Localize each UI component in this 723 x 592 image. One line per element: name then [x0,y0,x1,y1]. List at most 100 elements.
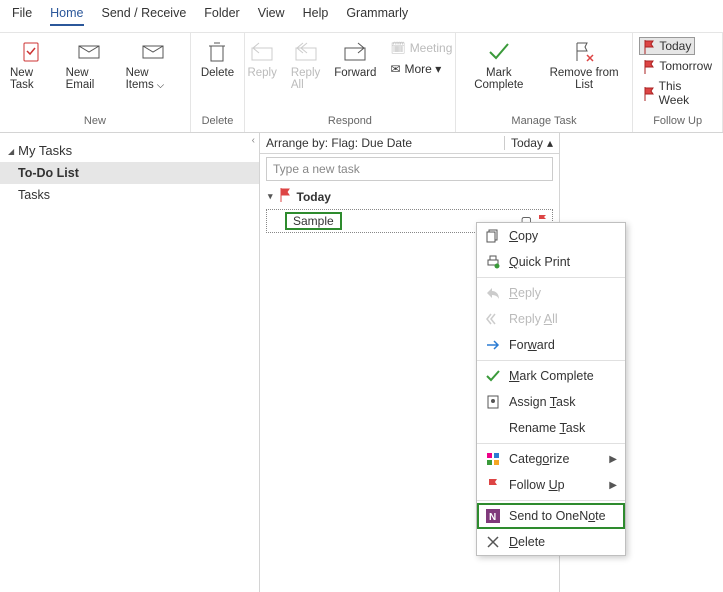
new-task-button[interactable]: New Task [6,37,56,93]
more-button[interactable]: ✉More ▾ [386,60,456,78]
group-label: Today [297,190,331,204]
ribbon-btn-label: Reply [247,67,276,79]
ribbon-group-respond: Reply Reply All Forward 🗓Meeting ✉More ▾… [245,33,456,132]
ctx-send-to-onenote[interactable]: N Send to OneNote [477,503,625,529]
more-icon: ✉ [390,62,400,76]
sidebar-title[interactable]: My Tasks [0,139,259,162]
ctx-label: Quick Print [509,255,570,269]
ctx-label: Reply [509,286,541,300]
ribbon-group-delete: Delete Delete [191,33,245,132]
menu-bar: File Home Send / Receive Folder View Help Gram… [0,0,723,33]
reply-all-icon [293,39,319,65]
flag-red-icon [279,188,291,205]
ribbon-btn-label: New Items ⌵ [126,67,180,91]
ribbon-group-manage: Mark Complete Remove from List Manage Ta… [456,33,634,132]
categorize-icon [485,451,501,467]
ctx-rename-task[interactable]: Rename Task [477,415,625,441]
chevron-right-icon: ▶ [609,480,617,491]
followup-today[interactable]: Today [639,37,695,55]
menu-help[interactable]: Help [303,6,329,26]
context-menu: Copy Quick Print Reply Reply All Forward Mark… [476,222,626,556]
ctx-follow-up[interactable]: Follow Up ▶ [477,472,625,498]
mark-complete-button[interactable]: Mark Complete [462,37,536,93]
reply-all-button[interactable]: Reply All [287,37,324,93]
menu-home[interactable]: Home [50,6,83,26]
ribbon-group-new: New Task New Email New Items ⌵ New [0,33,191,132]
ctx-copy[interactable]: Copy [477,223,625,249]
delete-button[interactable]: Delete [197,37,238,81]
task-text: Sample [285,212,342,230]
new-items-button[interactable]: New Items ⌵ [122,37,184,93]
reply-icon [249,39,275,65]
sidebar-item-to-do-list[interactable]: To-Do List [0,162,259,184]
reply-icon [485,285,501,301]
ctx-label: Mark Complete [509,369,594,383]
clipboard-check-icon [18,39,44,65]
followup-this-week[interactable]: This Week [639,77,716,109]
ribbon-group-label: Follow Up [653,113,702,128]
menu-send-receive[interactable]: Send / Receive [102,6,187,26]
envelope-dropdown-icon [140,39,166,65]
ribbon-group-label: New [84,113,106,128]
forward-icon [342,39,368,65]
ctx-assign-task[interactable]: Assign Task [477,389,625,415]
ribbon-btn-label: Remove from List [546,67,622,91]
ctx-forward[interactable]: Forward [477,332,625,358]
sidebar: ‹ My Tasks To-Do ListTasks [0,133,260,592]
ctx-separator [477,500,625,501]
ribbon-btn-label: Delete [201,67,234,79]
ribbon: New Task New Email New Items ⌵ New Delet… [0,33,723,133]
new-email-button[interactable]: New Email [62,37,116,93]
copy-icon [485,228,501,244]
envelope-icon [76,39,102,65]
ribbon-btn-label: Forward [334,67,376,79]
forward-blue-icon [485,337,501,353]
ctx-label: Assign Task [509,395,575,409]
ctx-mark-complete[interactable]: Mark Complete [477,363,625,389]
chevron-right-icon: ▶ [609,454,617,465]
delete-x-icon [485,534,501,550]
menu-grammarly[interactable]: Grammarly [346,6,408,26]
sort-column[interactable]: Today ▴ [504,136,553,150]
new-task-input[interactable]: Type a new task [266,157,553,181]
ctx-label: Send to OneNote [509,509,606,523]
chevron-down-icon: ▾ [268,191,273,202]
ctx-quick-print[interactable]: Quick Print [477,249,625,275]
ctx-separator [477,360,625,361]
blank-icon [485,420,501,436]
task-group-today[interactable]: ▾ Today [260,184,559,209]
meeting-icon: 🗓 [390,41,405,55]
collapse-caret-icon[interactable]: ‹ [252,135,255,146]
ctx-reply-all: Reply All [477,306,625,332]
forward-button[interactable]: Forward [330,37,380,81]
ctx-reply: Reply [477,280,625,306]
trash-icon [204,39,230,65]
task-column-header[interactable]: Arrange by: Flag: Due Date Today ▴ [260,133,559,154]
ctx-delete[interactable]: Delete [477,529,625,555]
meeting-button[interactable]: 🗓Meeting [386,39,456,57]
ctx-categorize[interactable]: Categorize ▶ [477,446,625,472]
ribbon-btn-label: New Email [66,67,112,91]
menu-file[interactable]: File [12,6,32,26]
ctx-separator [477,443,625,444]
svg-text:N: N [489,512,496,523]
flag-red-icon [485,477,501,493]
ribbon-group-label: Delete [202,113,234,128]
ribbon-btn-label: Reply All [291,67,320,91]
flag-red-icon [643,40,655,52]
ribbon-group-label: Respond [328,113,372,128]
ctx-label: Follow Up [509,478,565,492]
ctx-label: Delete [509,535,545,549]
arrange-by-label: Arrange by: Flag: Due Date [266,136,504,150]
followup-tomorrow[interactable]: Tomorrow [639,57,716,75]
sidebar-item-tasks[interactable]: Tasks [0,184,259,206]
ctx-label: Categorize [509,452,569,466]
remove-from-list-button[interactable]: Remove from List [542,37,626,93]
ribbon-btn-label: New Task [10,67,52,91]
ctx-label: Reply All [509,312,558,326]
reply-button[interactable]: Reply [243,37,280,81]
menu-view[interactable]: View [258,6,285,26]
sort-asc-icon: ▴ [547,136,553,150]
menu-folder[interactable]: Folder [204,6,239,26]
print-icon [485,254,501,270]
